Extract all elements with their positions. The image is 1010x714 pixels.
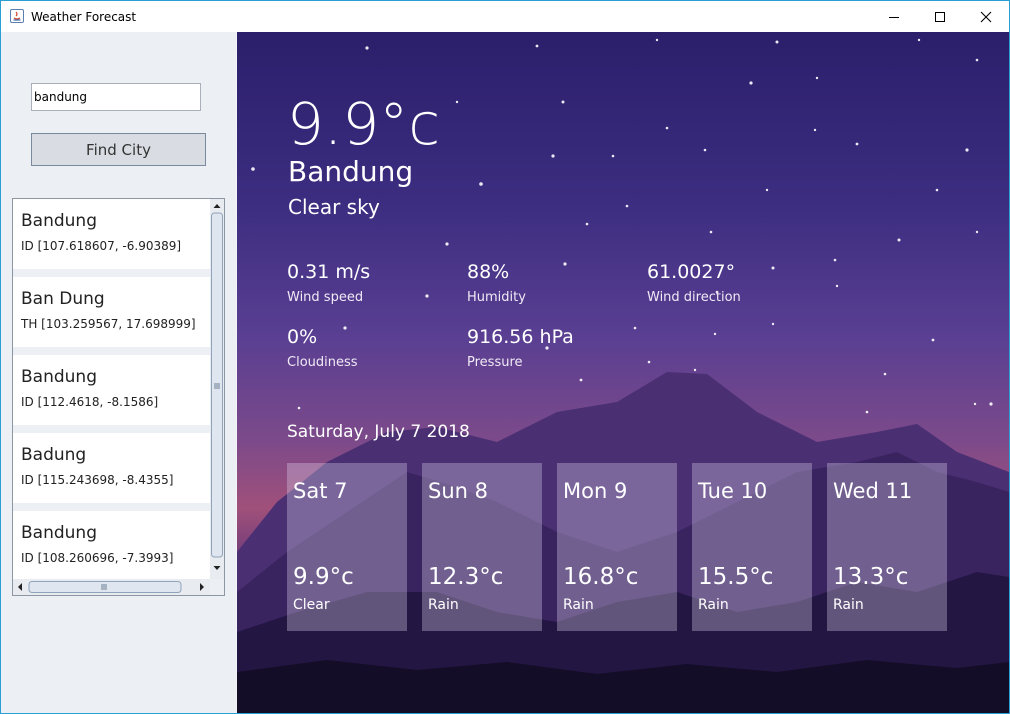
window-title: Weather Forecast xyxy=(31,10,137,24)
minimize-button[interactable] xyxy=(871,1,917,32)
close-icon xyxy=(980,11,992,22)
city-coordinates: TH [103.259567, 17.698999] xyxy=(21,317,196,331)
city-list-item[interactable]: Ban Dung TH [103.259567, 17.698999] xyxy=(13,277,210,347)
city-results-list[interactable]: Bandung ID [107.618607, -6.90389] Ban Du… xyxy=(12,198,225,596)
city-list-viewport: Bandung ID [107.618607, -6.90389] Ban Du… xyxy=(13,199,210,579)
forecast-condition: Clear xyxy=(293,597,330,613)
forecast-condition: Rain xyxy=(698,597,729,613)
city-coordinates: ID [107.618607, -6.90389] xyxy=(21,239,182,253)
city-name: Bandung xyxy=(21,523,97,543)
forecast-temperature: 13.3°c xyxy=(833,564,909,590)
title-bar[interactable]: Weather Forecast xyxy=(1,1,1009,32)
forecast-card: Sun 8 12.3°c Rain xyxy=(422,463,542,631)
wind-direction-value: 61.0027° xyxy=(647,261,736,283)
maximize-icon xyxy=(935,11,945,22)
forecast-condition: Rain xyxy=(428,597,459,613)
city-list-item[interactable]: Bandung ID [112.4618, -8.1586] xyxy=(13,355,210,425)
humidity-label: Humidity xyxy=(467,290,526,305)
forecast-day: Mon 9 xyxy=(563,479,628,503)
city-name: Ban Dung xyxy=(21,289,105,309)
wind-direction-label: Wind direction xyxy=(647,290,741,305)
cloudiness-value: 0% xyxy=(287,326,318,348)
city-search-input[interactable] xyxy=(31,83,201,111)
forecast-day: Tue 10 xyxy=(698,479,768,503)
forecast-condition: Rain xyxy=(563,597,594,613)
forecast-day: Wed 11 xyxy=(833,479,913,503)
forecast-day: Sat 7 xyxy=(293,479,348,503)
weather-panel: 9.9°c Bandung Clear sky 0.31 m/s Wind sp… xyxy=(237,32,1009,713)
city-list-item[interactable]: Bandung ID [107.618607, -6.90389] xyxy=(13,199,210,269)
current-temperature: 9.9°c xyxy=(287,90,441,158)
city-name: Badung xyxy=(21,445,87,465)
find-city-label: Find City xyxy=(86,140,151,159)
forecast-card: Mon 9 16.8°c Rain xyxy=(557,463,677,631)
java-app-icon xyxy=(10,9,24,23)
forecast-card: Tue 10 15.5°c Rain xyxy=(692,463,812,631)
wind-speed-value: 0.31 m/s xyxy=(287,261,371,283)
horizontal-scroll-thumb[interactable] xyxy=(28,581,182,593)
forecast-condition: Rain xyxy=(833,597,864,613)
horizontal-scrollbar[interactable] xyxy=(13,579,210,595)
vertical-scrollbar[interactable] xyxy=(210,199,224,579)
humidity-value: 88% xyxy=(467,261,510,283)
city-list-item[interactable]: Badung ID [115.243698, -8.4355] xyxy=(13,433,210,503)
city-coordinates: ID [115.243698, -8.4355] xyxy=(21,473,174,487)
find-city-button[interactable]: Find City xyxy=(31,133,206,166)
forecast-temperature: 16.8°c xyxy=(563,564,639,590)
cloudiness-label: Cloudiness xyxy=(287,355,358,370)
close-button[interactable] xyxy=(963,1,1009,32)
city-name: Bandung xyxy=(21,211,97,231)
sidebar: Find City Bandung ID [107.618607, -6.903… xyxy=(1,32,236,713)
maximize-button[interactable] xyxy=(917,1,963,32)
forecast-temperature: 15.5°c xyxy=(698,564,774,590)
current-condition: Clear sky xyxy=(288,195,380,219)
app-window: Weather Forecast Find City Bandung ID [1… xyxy=(0,0,1010,714)
forecast-card: Wed 11 13.3°c Rain xyxy=(827,463,947,631)
forecast-card: Sat 7 9.9°c Clear xyxy=(287,463,407,631)
forecast-temperature: 12.3°c xyxy=(428,564,504,590)
city-list-item[interactable]: Bandung ID [108.260696, -7.3993] xyxy=(13,511,210,579)
current-date: Saturday, July 7 2018 xyxy=(287,422,470,442)
pressure-value: 916.56 hPa xyxy=(467,326,574,348)
forecast-temperature: 9.9°c xyxy=(293,564,354,590)
city-name: Bandung xyxy=(21,367,97,387)
city-coordinates: ID [112.4618, -8.1586] xyxy=(21,395,159,409)
current-city-name: Bandung xyxy=(288,155,414,188)
city-coordinates: ID [108.260696, -7.3993] xyxy=(21,551,174,565)
wind-speed-label: Wind speed xyxy=(287,290,364,305)
minimize-icon xyxy=(889,16,899,18)
forecast-day: Sun 8 xyxy=(428,479,488,503)
pressure-label: Pressure xyxy=(467,355,523,370)
vertical-scroll-thumb[interactable] xyxy=(211,212,223,558)
